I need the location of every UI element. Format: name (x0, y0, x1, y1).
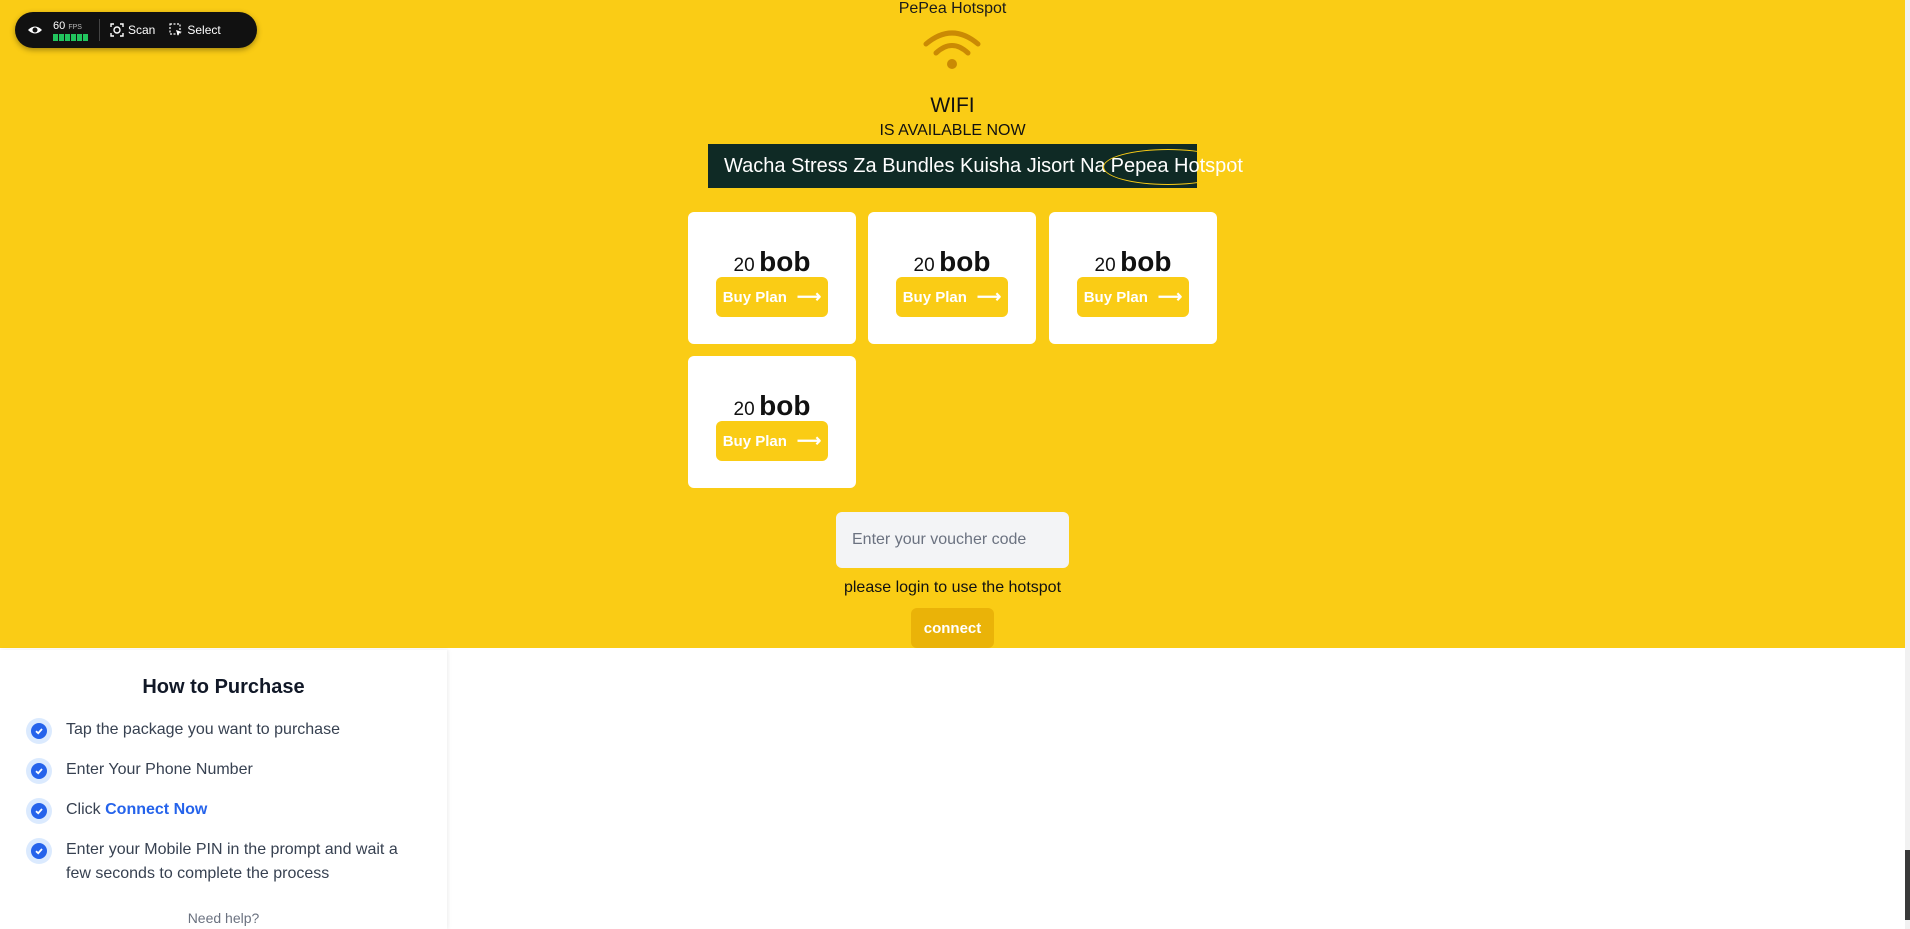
need-help-link[interactable]: Need help? (0, 910, 447, 926)
login-message: please login to use the hotspot (843, 579, 1062, 596)
check-circle-icon (26, 798, 52, 824)
perf-toolbar: 60 FPS Scan Select (15, 12, 257, 48)
connect-now-link[interactable]: Connect Now (105, 801, 207, 818)
arrow-right-icon: ⟶ (796, 431, 822, 450)
step-text: Click Connect Now (66, 798, 207, 824)
plan-card[interactable]: 20 bob Buy Plan ⟶ (688, 356, 856, 488)
step-text: Tap the package you want to purchase (66, 721, 340, 738)
plan-amount: 20 (733, 255, 755, 276)
select-button[interactable]: Select (169, 23, 221, 37)
plan-unit: bob (1120, 246, 1172, 277)
plan-price: 20 bob (688, 390, 856, 422)
select-icon (169, 23, 183, 36)
scrollbar-track[interactable] (1905, 0, 1910, 929)
plan-unit: bob (759, 390, 811, 421)
scrollbar-thumb[interactable] (1905, 850, 1910, 920)
buy-plan-label: Buy Plan (722, 432, 787, 450)
plan-price: 20 bob (688, 246, 856, 278)
availability-subheading: IS AVAILABLE NOW (879, 122, 1026, 139)
buy-plan-label: Buy Plan (1083, 288, 1148, 306)
plan-unit: bob (759, 246, 811, 277)
fps-value: 60 (53, 19, 66, 32)
select-label: Select (187, 23, 221, 37)
fps-bar (53, 33, 89, 41)
scan-icon (110, 23, 124, 37)
buy-plan-button[interactable]: Buy Plan ⟶ (716, 421, 828, 461)
buy-plan-button[interactable]: Buy Plan ⟶ (896, 277, 1008, 317)
scan-button[interactable]: Scan (110, 23, 155, 37)
buy-plan-button[interactable]: Buy Plan ⟶ (1077, 277, 1189, 317)
fps-meter: 60 FPS (53, 20, 89, 41)
arrow-right-icon: ⟶ (976, 287, 1002, 306)
plan-card[interactable]: 20 bob Buy Plan ⟶ (1049, 212, 1217, 344)
wifi-icon (923, 30, 981, 69)
banner-highlight: Pepea Hotspot (1102, 148, 1243, 185)
voucher-input[interactable] (836, 512, 1069, 568)
site-title: PePea Hotspot (898, 0, 1007, 17)
toolbar-divider (99, 19, 100, 41)
check-circle-icon (26, 718, 52, 744)
buy-plan-label: Buy Plan (902, 288, 967, 306)
arrow-right-icon: ⟶ (796, 287, 822, 306)
step-item: Enter your Mobile PIN in the prompt and … (26, 838, 426, 886)
buy-plan-label: Buy Plan (722, 288, 787, 306)
arrow-right-icon: ⟶ (1157, 287, 1183, 306)
check-circle-icon (26, 838, 52, 864)
plan-unit: bob (939, 246, 991, 277)
step-item: Tap the package you want to purchase (26, 718, 426, 744)
step-item: Enter Your Phone Number (26, 758, 426, 784)
plan-amount: 20 (1094, 255, 1116, 276)
step-prefix: Click (66, 801, 101, 818)
plan-amount: 20 (913, 255, 935, 276)
step-text: Enter Your Phone Number (66, 761, 253, 778)
plan-card[interactable]: 20 bob Buy Plan ⟶ (688, 212, 856, 344)
step-text: Enter your Mobile PIN in the prompt and … (66, 841, 398, 882)
plan-price: 20 bob (868, 246, 1036, 278)
wifi-heading: WIFI (930, 94, 975, 117)
buy-plan-button[interactable]: Buy Plan ⟶ (716, 277, 828, 317)
connect-button[interactable]: connect (911, 608, 994, 648)
how-to-purchase-panel: How to Purchase Tap the package you want… (0, 650, 447, 929)
banner-text: Wacha Stress Za Bundles Kuisha Jisort Na (724, 154, 1106, 177)
step-item: Click Connect Now (26, 798, 426, 824)
how-to-title: How to Purchase (142, 676, 305, 698)
plan-price: 20 bob (1049, 246, 1217, 278)
plan-amount: 20 (733, 399, 755, 420)
check-circle-icon (26, 758, 52, 784)
scan-label: Scan (128, 23, 156, 37)
plan-card[interactable]: 20 bob Buy Plan ⟶ (868, 212, 1036, 344)
eye-icon[interactable] (27, 22, 43, 38)
fps-unit: FPS (68, 23, 82, 31)
promo-banner: Wacha Stress Za Bundles Kuisha Jisort Na… (708, 144, 1243, 188)
